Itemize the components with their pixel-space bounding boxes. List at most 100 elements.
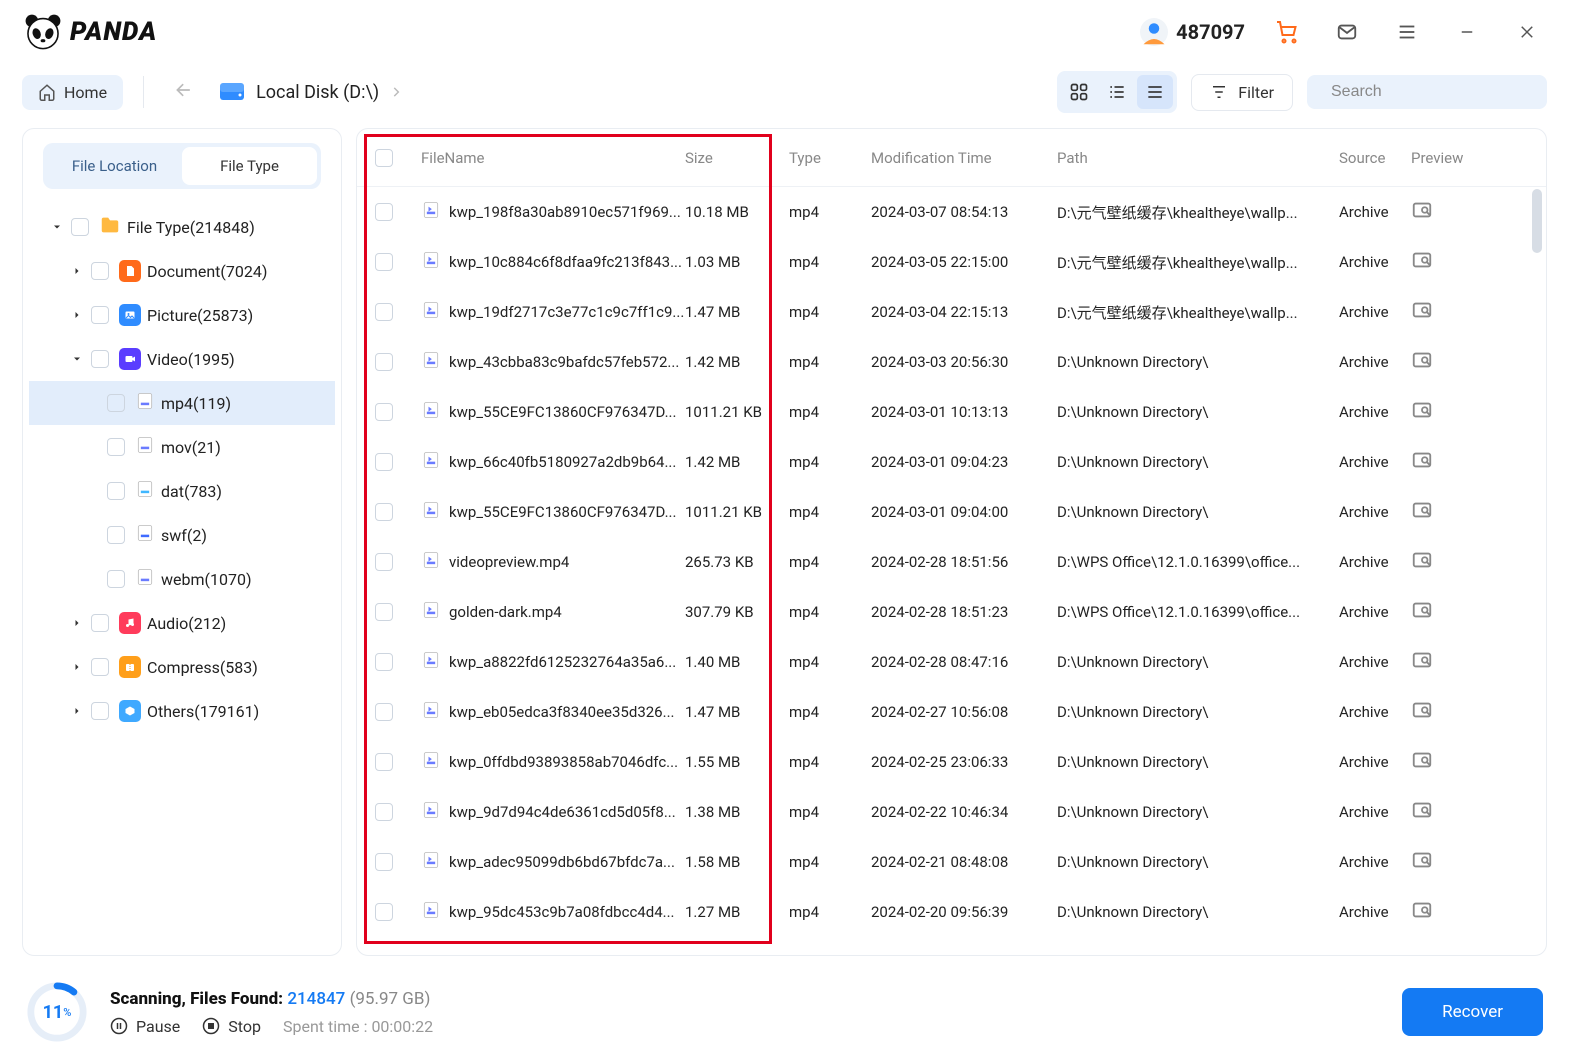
mail-icon[interactable] <box>1329 14 1365 50</box>
tree-item-8[interactable]: webm(1070) <box>29 557 335 601</box>
row-checkbox[interactable] <box>375 503 393 521</box>
preview-button[interactable] <box>1411 749 1483 775</box>
tree-checkbox[interactable] <box>91 614 109 632</box>
tree-item-0[interactable]: File Type(214848) <box>29 205 335 249</box>
menu-icon[interactable] <box>1389 14 1425 50</box>
tree-checkbox[interactable] <box>107 394 125 412</box>
row-checkbox[interactable] <box>375 703 393 721</box>
row-checkbox[interactable] <box>375 803 393 821</box>
table-row[interactable]: kwp_55CE9FC13860CF976347D...1011.21 KBmp… <box>357 487 1546 537</box>
col-source[interactable]: Source <box>1339 149 1411 167</box>
table-row[interactable]: kwp_a8822fd6125232764a35a6...1.40 MBmp42… <box>357 637 1546 687</box>
preview-button[interactable] <box>1411 349 1483 375</box>
row-checkbox[interactable] <box>375 903 393 921</box>
preview-button[interactable] <box>1411 799 1483 825</box>
row-checkbox[interactable] <box>375 303 393 321</box>
tab-file-type[interactable]: File Type <box>182 147 317 185</box>
close-button[interactable] <box>1509 14 1545 50</box>
tree-item-11[interactable]: Others(179161) <box>29 689 335 733</box>
row-checkbox[interactable] <box>375 353 393 371</box>
tree-checkbox[interactable] <box>91 350 109 368</box>
tree-item-9[interactable]: Audio(212) <box>29 601 335 645</box>
preview-button[interactable] <box>1411 199 1483 225</box>
minimize-button[interactable] <box>1449 14 1485 50</box>
file-icon <box>421 450 449 474</box>
row-checkbox[interactable] <box>375 653 393 671</box>
col-preview[interactable]: Preview <box>1411 149 1483 167</box>
table-row[interactable]: kwp_55CE9FC13860CF976347D...1011.21 KBmp… <box>357 387 1546 437</box>
table-row[interactable]: kwp_19df2717c3e77c1c9c7ff1c9...1.47 MBmp… <box>357 287 1546 337</box>
preview-button[interactable] <box>1411 599 1483 625</box>
row-checkbox[interactable] <box>375 203 393 221</box>
scrollbar[interactable] <box>1532 189 1542 919</box>
tree-item-7[interactable]: swf(2) <box>29 513 335 557</box>
preview-button[interactable] <box>1411 699 1483 725</box>
table-row[interactable]: kwp_adec95099db6bd67bfdc7a...1.58 MBmp42… <box>357 837 1546 887</box>
table-row[interactable]: kwp_eb05edca3f8340ee35d326...1.47 MBmp42… <box>357 687 1546 737</box>
filter-button[interactable]: Filter <box>1191 74 1293 111</box>
table-row[interactable]: kwp_66c40fb5180927a2db9b64...1.42 MBmp42… <box>357 437 1546 487</box>
search-input[interactable] <box>1331 83 1538 101</box>
row-checkbox[interactable] <box>375 553 393 571</box>
tree-item-10[interactable]: Compress(583) <box>29 645 335 689</box>
scrollbar-thumb[interactable] <box>1532 189 1542 253</box>
tab-file-location[interactable]: File Location <box>47 147 182 185</box>
tree-item-3[interactable]: Video(1995) <box>29 337 335 381</box>
search-box[interactable] <box>1307 75 1547 109</box>
tree-item-4[interactable]: mp4(119) <box>29 381 335 425</box>
preview-button[interactable] <box>1411 899 1483 925</box>
tree-checkbox[interactable] <box>107 570 125 588</box>
tree-item-6[interactable]: dat(783) <box>29 469 335 513</box>
table-row[interactable]: videopreview.mp4265.73 KBmp42024-02-28 1… <box>357 537 1546 587</box>
table-row[interactable]: kwp_198f8a30ab8910ec571f969...10.18 MBmp… <box>357 187 1546 237</box>
row-checkbox[interactable] <box>375 603 393 621</box>
view-grid-button[interactable] <box>1061 75 1097 109</box>
table-row[interactable]: kwp_0ffdbd93893858ab7046dfc...1.55 MBmp4… <box>357 737 1546 787</box>
stop-button[interactable]: Stop <box>202 1017 261 1036</box>
table-row[interactable]: kwp_10c884c6f8dfaa9fc213f843...1.03 MBmp… <box>357 237 1546 287</box>
tree-checkbox[interactable] <box>71 218 89 236</box>
header-checkbox[interactable] <box>375 149 393 167</box>
preview-button[interactable] <box>1411 299 1483 325</box>
breadcrumb[interactable]: Local Disk (D:\) <box>218 80 403 104</box>
table-row[interactable]: kwp_9d7d94c4de6361cd5d05f8...1.38 MBmp42… <box>357 787 1546 837</box>
preview-button[interactable] <box>1411 499 1483 525</box>
preview-button[interactable] <box>1411 449 1483 475</box>
user-badge[interactable]: 487097 <box>1140 18 1245 46</box>
row-checkbox[interactable] <box>375 853 393 871</box>
table-row[interactable]: golden-dark.mp4307.79 KBmp42024-02-28 18… <box>357 587 1546 637</box>
preview-button[interactable] <box>1411 649 1483 675</box>
preview-button[interactable] <box>1411 549 1483 575</box>
tree-checkbox[interactable] <box>107 482 125 500</box>
col-size[interactable]: Size <box>685 149 789 167</box>
pause-button[interactable]: Pause <box>110 1017 180 1036</box>
col-filename[interactable]: FileName <box>417 149 685 167</box>
tree-item-1[interactable]: Document(7024) <box>29 249 335 293</box>
tree-checkbox[interactable] <box>91 262 109 280</box>
row-checkbox[interactable] <box>375 753 393 771</box>
view-list-button[interactable] <box>1137 75 1173 109</box>
cart-icon[interactable] <box>1269 14 1305 50</box>
recover-button[interactable]: Recover <box>1402 988 1543 1036</box>
preview-button[interactable] <box>1411 849 1483 875</box>
tree-checkbox[interactable] <box>91 658 109 676</box>
preview-button[interactable] <box>1411 249 1483 275</box>
col-mtime[interactable]: Modification Time <box>871 149 1057 167</box>
tree-checkbox[interactable] <box>107 526 125 544</box>
view-compact-button[interactable] <box>1099 75 1135 109</box>
col-path[interactable]: Path <box>1057 149 1339 167</box>
tree-checkbox[interactable] <box>107 438 125 456</box>
tree-checkbox[interactable] <box>91 702 109 720</box>
row-checkbox[interactable] <box>375 453 393 471</box>
col-type[interactable]: Type <box>789 149 871 167</box>
back-button[interactable] <box>164 74 204 110</box>
tree-item-5[interactable]: mov(21) <box>29 425 335 469</box>
row-checkbox[interactable] <box>375 403 393 421</box>
table-row[interactable]: kwp_43cbba83c9bafdc57feb572...1.42 MBmp4… <box>357 337 1546 387</box>
tree-checkbox[interactable] <box>91 306 109 324</box>
table-row[interactable]: kwp_95dc453c9b7a08fdbcc4d4...1.27 MBmp42… <box>357 887 1546 937</box>
tree-item-2[interactable]: Picture(25873) <box>29 293 335 337</box>
row-checkbox[interactable] <box>375 253 393 271</box>
home-button[interactable]: Home <box>22 75 123 110</box>
preview-button[interactable] <box>1411 399 1483 425</box>
